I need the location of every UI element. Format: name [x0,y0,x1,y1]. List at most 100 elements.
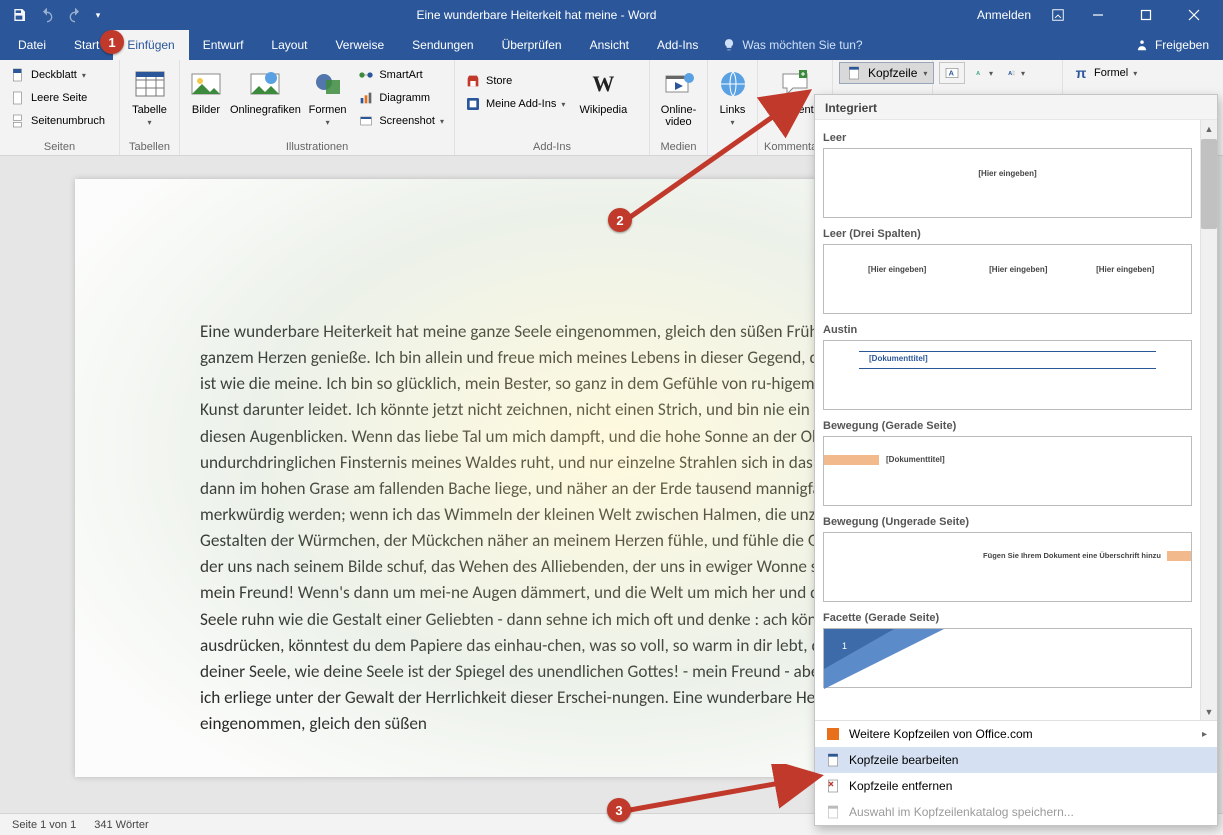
scroll-thumb[interactable] [1201,139,1217,229]
scroll-up-button[interactable]: ▲ [1201,120,1217,137]
sign-in-button[interactable]: Anmelden [967,8,1041,22]
gallery-thumb-bewegung-ungerade[interactable]: Fügen Sie Ihrem Dokument eine Überschrif… [823,532,1192,602]
store-button[interactable]: Store [461,70,569,92]
save-button[interactable] [6,2,32,28]
svg-text:A: A [976,71,980,77]
formen-label: Formen [309,104,347,116]
status-page[interactable]: Seite 1 von 1 [12,819,76,831]
gallery-thumb-leer[interactable]: [Hier eingeben] [823,148,1192,218]
formen-button[interactable]: Formen▾ [305,64,350,128]
bilder-button[interactable]: Bilder [186,64,226,116]
gallery-list[interactable]: Leer [Hier eingeben] Leer (Drei Spalten)… [815,120,1200,720]
group-seiten-label: Seiten [6,139,113,155]
tell-me-placeholder: Was möchten Sie tun? [742,38,862,52]
group-medien-label: Medien [656,139,701,155]
callout-2: 2 [608,208,632,232]
tabelle-label: Tabelle [132,104,167,116]
tab-sendungen[interactable]: Sendungen [398,30,487,60]
screenshot-button[interactable]: Screenshot ▾ [354,110,448,132]
dropcap-button[interactable]: A▾ [1003,62,1029,84]
tell-me-search[interactable]: Was möchten Sie tun? [712,30,872,60]
kopfzeile-label: Kopfzeile [868,66,917,80]
formel-button[interactable]: πFormel ▾ [1069,62,1141,84]
gallery-item-title: Bewegung (Ungerade Seite) [823,516,1192,528]
ribbon-display-options-button[interactable] [1043,0,1073,30]
wikipedia-label: Wikipedia [580,104,628,116]
gallery-thumb-austin[interactable]: [Dokumenttitel] [823,340,1192,410]
tab-entwurf[interactable]: Entwurf [189,30,258,60]
group-tabellen-label: Tabellen [126,139,173,155]
tab-datei[interactable]: Datei [4,30,60,60]
more-headers-office-button[interactable]: Weitere Kopfzeilen von Office.com ▸ [815,721,1217,747]
qat-customize-button[interactable]: ▾ [90,2,106,28]
tab-ueberpruefen[interactable]: Überprüfen [488,30,576,60]
edit-header-icon [825,752,841,768]
save-selection-icon [825,804,841,820]
deckblatt-button[interactable]: Deckblatt ▾ [6,64,109,86]
undo-button[interactable] [34,2,60,28]
gallery-footer: Weitere Kopfzeilen von Office.com ▸ Kopf… [815,720,1217,825]
gallery-thumb-facette[interactable]: 1 [823,628,1192,688]
scroll-down-button[interactable]: ▼ [1201,703,1217,720]
save-to-gallery-label: Auswahl im Kopfzeilenkatalog speichern..… [849,805,1074,819]
textbox-button[interactable]: A [939,62,965,84]
quick-access-toolbar: ▾ [6,2,106,28]
tabelle-button[interactable]: Tabelle▾ [126,64,173,128]
tab-einfuegen[interactable]: Einfügen [113,30,188,60]
group-illustrationen-label: Illustrationen [186,139,448,155]
window-title: Eine wunderbare Heiterkeit hat meine - W… [106,8,967,22]
smartart-button[interactable]: SmartArt [354,64,448,86]
tab-layout[interactable]: Layout [257,30,321,60]
gallery-thumb-leer3[interactable]: [Hier eingeben] [Hier eingeben] [Hier ei… [823,244,1192,314]
maximize-button[interactable] [1123,0,1169,30]
svg-text:A: A [949,69,955,78]
kopfzeile-entfernen-label: Kopfzeile entfernen [849,779,952,793]
gallery-item-title: Leer [823,132,1192,144]
svg-text:A: A [1008,71,1012,77]
office-icon [825,726,841,742]
smartart-label: SmartArt [379,69,422,81]
tab-addins[interactable]: Add-Ins [643,30,712,60]
kopfzeile-entfernen-button[interactable]: Kopfzeile entfernen [815,773,1217,799]
seitenumbruch-button[interactable]: Seitenumbruch [6,110,109,132]
onlinegrafiken-button[interactable]: Onlinegrafiken [230,64,301,116]
group-addins-label: Add-Ins [461,139,643,155]
screenshot-label: Screenshot [379,115,435,127]
share-button[interactable]: Freigeben [1121,30,1223,60]
gallery-scrollbar[interactable]: ▲ ▼ [1200,120,1217,720]
diagramm-label: Diagramm [379,92,430,104]
meine-addins-button[interactable]: Meine Add-Ins ▾ [461,93,569,115]
kopfzeile-bearbeiten-button[interactable]: Kopfzeile bearbeiten [815,747,1217,773]
onlinevideo-label: Online- video [661,104,696,128]
lightbulb-icon [722,38,736,52]
more-headers-label: Weitere Kopfzeilen von Office.com [849,727,1033,741]
leere-seite-button[interactable]: Leere Seite [6,87,109,109]
status-words[interactable]: 341 Wörter [94,819,148,831]
title-bar: ▾ Eine wunderbare Heiterkeit hat meine -… [0,0,1223,30]
gallery-item-title: Leer (Drei Spalten) [823,228,1192,240]
wordart-button[interactable]: A▾ [971,62,997,84]
kopfzeile-button[interactable]: Kopfzeile ▾ [839,62,934,84]
formel-label: Formel [1094,67,1128,79]
remove-header-icon [825,778,841,794]
tab-ansicht[interactable]: Ansicht [576,30,643,60]
seitenumbruch-label: Seitenumbruch [31,115,105,127]
gallery-item-title: Austin [823,324,1192,336]
gallery-section-label: Integriert [815,95,1217,120]
kopfzeile-gallery: Integriert Leer [Hier eingeben] Leer (Dr… [814,94,1218,826]
share-icon [1135,38,1149,52]
store-label: Store [486,75,512,87]
minimize-button[interactable] [1075,0,1121,30]
diagramm-button[interactable]: Diagramm [354,87,448,109]
tab-verweise[interactable]: Verweise [321,30,398,60]
gallery-item-title: Facette (Gerade Seite) [823,612,1192,624]
wikipedia-button[interactable]: W Wikipedia [573,64,633,116]
gallery-thumb-bewegung-gerade[interactable]: [Dokumenttitel] [823,436,1192,506]
onlinevideo-button[interactable]: Online- video [656,64,701,128]
share-label: Freigeben [1155,38,1209,52]
links-button[interactable]: Links▾ [714,64,751,128]
close-button[interactable] [1171,0,1217,30]
onlinegrafiken-label: Onlinegrafiken [230,104,301,116]
redo-button[interactable] [62,2,88,28]
leere-seite-label: Leere Seite [31,92,87,104]
